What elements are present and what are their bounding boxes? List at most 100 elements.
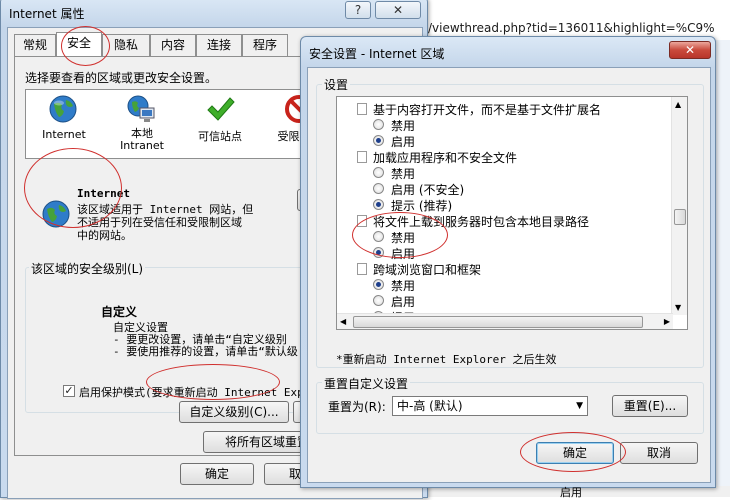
- protected-mode-label: 启用保护模式(要求重新启动 Internet Explo: [79, 386, 317, 399]
- tab-label: 安全: [66, 36, 91, 50]
- tab-programs[interactable]: 程序: [242, 34, 288, 56]
- background-partial-label: 启用: [560, 486, 582, 499]
- tab-general[interactable]: 常规: [14, 34, 56, 56]
- select-value: 中-高 (默认): [397, 399, 463, 413]
- zone-internet[interactable]: Internet: [36, 94, 92, 156]
- radio-button[interactable]: [373, 135, 384, 146]
- option-label: 禁用: [391, 231, 416, 245]
- page-icon: [357, 151, 367, 163]
- settings-heading: 加载应用程序和不安全文件: [337, 149, 667, 165]
- scroll-up-icon[interactable]: ▲: [675, 100, 681, 109]
- page-icon: [357, 103, 367, 115]
- zone-label: Internet: [42, 128, 86, 141]
- globe-icon: [49, 95, 77, 123]
- tab-security[interactable]: 安全: [56, 32, 102, 56]
- zone-trusted-sites[interactable]: 可信站点: [188, 94, 252, 156]
- radio-button[interactable]: [373, 295, 384, 306]
- protected-mode-checkbox[interactable]: ✓: [63, 385, 75, 397]
- help-button[interactable]: ?: [345, 1, 371, 19]
- close-icon: ✕: [392, 3, 404, 17]
- option-label: 禁用: [391, 119, 416, 133]
- scroll-down-icon[interactable]: ▼: [675, 303, 681, 312]
- setting-option[interactable]: 启用 (不安全): [337, 181, 667, 197]
- reset-button[interactable]: 重置(E)...: [612, 395, 688, 417]
- setting-label: 基于内容打开文件，而不是基于文件扩展名: [373, 103, 602, 117]
- zone-label: 本地 Intranet: [120, 127, 164, 152]
- radio-button[interactable]: [373, 247, 384, 258]
- tab-label: 隐私: [113, 38, 138, 52]
- option-label: 启用: [391, 135, 416, 149]
- setting-option[interactable]: 启用: [337, 245, 667, 261]
- instruction-text: 选择要查看的区域或更改安全设置。: [25, 71, 218, 85]
- security-settings-window: 安全设置 - Internet 区域 ✕ 设置 基于内容打开文件，而不是基于文件…: [300, 36, 716, 488]
- setting-option[interactable]: 禁用: [337, 229, 667, 245]
- setting-label: 跨域浏览窗口和框架: [373, 263, 482, 277]
- reset-to-label: 重置为(R):: [328, 400, 386, 414]
- setting-option[interactable]: 启用: [337, 133, 667, 149]
- tab-connections[interactable]: 连接: [196, 34, 242, 56]
- scroll-thumb[interactable]: [674, 209, 686, 225]
- option-label: 禁用: [391, 279, 416, 293]
- page-icon: [357, 215, 367, 227]
- level-line: - 要使用推荐的设置，请单击“默认级: [113, 345, 298, 358]
- settings-heading: 基于内容打开文件，而不是基于文件扩展名: [337, 101, 667, 117]
- tab-privacy[interactable]: 隐私: [102, 34, 150, 56]
- setting-label: 加载应用程序和不安全文件: [373, 151, 518, 165]
- window-title: 安全设置 - Internet 区域: [309, 47, 445, 61]
- settings-group-label: 设置: [322, 76, 351, 93]
- close-button[interactable]: ✕: [669, 41, 711, 59]
- computer-icon: [127, 95, 155, 122]
- zone-local-intranet[interactable]: 本地 Intranet: [110, 94, 174, 156]
- setting-option[interactable]: 提示 (推荐): [337, 197, 667, 213]
- close-icon: ✕: [684, 43, 696, 57]
- setting-option[interactable]: 启用: [337, 293, 667, 309]
- globe-icon: [42, 200, 70, 228]
- restart-note: *重新启动 Internet Explorer 之后生效: [336, 353, 557, 366]
- vertical-scrollbar[interactable]: ▲ ▼: [671, 97, 687, 315]
- setting-option[interactable]: 禁用: [337, 277, 667, 293]
- zone-label: 可信站点: [198, 130, 242, 143]
- close-button[interactable]: ✕: [375, 1, 421, 19]
- radio-button[interactable]: [373, 119, 384, 130]
- zone-title: Internet: [77, 187, 130, 200]
- tab-label: 程序: [252, 38, 277, 52]
- custom-level-button[interactable]: 自定义级别(C)...: [179, 401, 289, 423]
- chevron-down-icon: ▼: [576, 401, 583, 411]
- option-label: 启用: [391, 247, 416, 261]
- radio-button[interactable]: [373, 231, 384, 242]
- option-label: 启用 (不安全): [391, 183, 465, 197]
- zone-description: 该区域适用于 Internet 网站，但 不适用于列在受信任和受限制区域 中的网…: [77, 203, 254, 242]
- settings-heading: 跨域浏览窗口和框架: [337, 261, 667, 277]
- radio-button[interactable]: [373, 183, 384, 194]
- checkmark-icon: [207, 97, 235, 121]
- browser-url-text: /viewthread.php?tid=136011&highlight=%C9…: [425, 18, 730, 38]
- tab-label: 常规: [22, 38, 47, 52]
- radio-button[interactable]: [373, 279, 384, 290]
- settings-heading: 将文件上载到服务器时包含本地目录路径: [337, 213, 667, 229]
- reset-group-label: 重置自定义设置: [322, 375, 411, 392]
- security-level-label: 该区域的安全级别(L): [29, 260, 146, 277]
- tab-content[interactable]: 内容: [150, 34, 196, 56]
- setting-label: 将文件上载到服务器时包含本地目录路径: [373, 215, 590, 229]
- option-label: 启用: [391, 295, 416, 309]
- security-settings-client: 设置 基于内容打开文件，而不是基于文件扩展名 禁用 启用 加载应用程序和不安全文…: [307, 67, 711, 483]
- tab-label: 内容: [160, 38, 185, 52]
- option-label: 禁用: [391, 167, 416, 181]
- help-label: ?: [354, 3, 362, 17]
- radio-button[interactable]: [373, 167, 384, 178]
- page-icon: [357, 263, 367, 275]
- reset-level-select[interactable]: 中-高 (默认) ▼: [392, 396, 588, 416]
- option-label: 提示 (推荐): [391, 199, 453, 213]
- horizontal-scrollbar[interactable]: ◀ ▶: [337, 313, 673, 329]
- scroll-left-icon[interactable]: ◀: [340, 317, 346, 326]
- scroll-thumb[interactable]: [353, 316, 643, 328]
- scroll-right-icon[interactable]: ▶: [664, 317, 670, 326]
- setting-option[interactable]: 禁用: [337, 117, 667, 133]
- ok-button[interactable]: 确定: [180, 463, 254, 485]
- window-title: Internet 属性: [9, 7, 85, 21]
- radio-button[interactable]: [373, 199, 384, 210]
- tab-label: 连接: [206, 38, 231, 52]
- cancel-button[interactable]: 取消: [620, 442, 698, 464]
- ok-button[interactable]: 确定: [536, 442, 614, 464]
- setting-option[interactable]: 禁用: [337, 165, 667, 181]
